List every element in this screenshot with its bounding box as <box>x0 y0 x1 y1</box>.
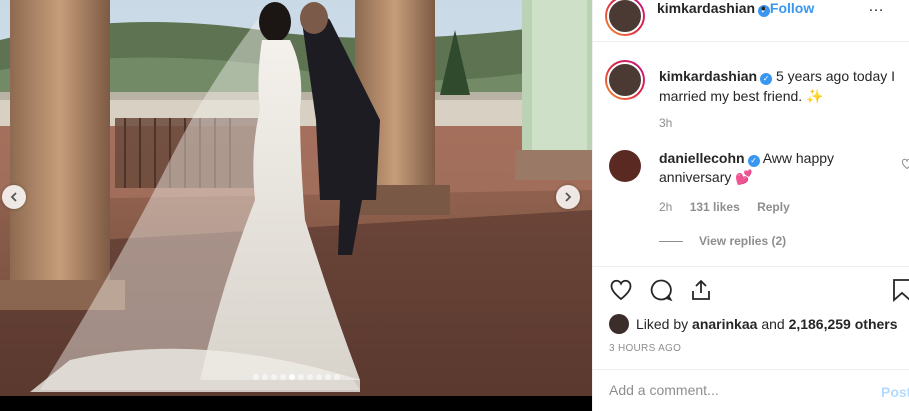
reply-button[interactable]: Reply <box>757 200 790 214</box>
verified-icon: ✓ <box>747 155 760 167</box>
view-replies-label[interactable]: View replies (2) <box>699 234 786 248</box>
likes-summary: Liked by anarinkaa and 2,186,259 others <box>609 314 898 334</box>
post-comment-button[interactable]: Post <box>881 384 909 400</box>
comment-heart-icon[interactable] <box>901 158 909 170</box>
likes-and: and <box>761 316 785 332</box>
post-photo[interactable] <box>0 0 592 396</box>
comment-icon[interactable] <box>649 278 673 302</box>
carousel-dot <box>297 374 304 380</box>
likes-prefix: Liked by <box>636 316 689 332</box>
carousel-dot <box>261 374 268 380</box>
follow-separator: • <box>761 0 766 16</box>
likes-count[interactable]: 2,186,259 others <box>789 316 898 332</box>
post-time-ago[interactable]: 3 HOURS AGO <box>609 343 681 354</box>
liker-avatar[interactable] <box>609 314 629 334</box>
follow-button[interactable]: • Follow <box>761 0 814 16</box>
follow-label[interactable]: Follow <box>770 0 814 16</box>
author-username[interactable]: kimkardashian ✓ <box>657 0 771 17</box>
caption-avatar[interactable] <box>605 60 645 100</box>
add-comment-bar: Post <box>593 369 909 411</box>
carousel-dot <box>306 374 313 380</box>
carousel-prev-button[interactable] <box>2 185 26 209</box>
author-username-text[interactable]: kimkardashian <box>657 0 755 16</box>
replies-divider <box>659 241 683 243</box>
carousel-indicator <box>0 374 592 380</box>
more-options-button[interactable]: … <box>868 0 885 16</box>
carousel-dot <box>252 374 259 380</box>
carousel-dot <box>270 374 277 380</box>
wedding-photo-image <box>0 0 592 396</box>
carousel-dot <box>333 374 340 380</box>
add-comment-input[interactable] <box>609 382 859 398</box>
caption-text: kimkardashian ✓ 5 years ago today I marri… <box>659 66 905 106</box>
share-icon[interactable] <box>689 278 713 302</box>
post-side-panel: kimkardashian ✓ • Follow … kimkardashian ✓ … <box>592 0 909 411</box>
carousel-dot <box>279 374 286 380</box>
comment-username[interactable]: daniellecohn <box>659 150 745 166</box>
carousel-dot <box>315 374 322 380</box>
chevron-right-icon <box>565 192 572 202</box>
action-bar <box>593 266 909 308</box>
comment-timestamp[interactable]: 2h <box>659 200 672 214</box>
caption-timestamp[interactable]: 3h <box>659 116 672 130</box>
view-replies-button[interactable]: View replies (2) <box>659 234 786 248</box>
commenter-avatar[interactable] <box>609 150 641 182</box>
carousel-next-button[interactable] <box>556 185 580 209</box>
post-header: kimkardashian ✓ • Follow … <box>593 0 909 42</box>
comment-meta: 2h 131 likes Reply <box>659 200 804 214</box>
bookmark-icon[interactable] <box>891 278 909 302</box>
author-avatar[interactable] <box>605 0 645 36</box>
carousel-dot <box>324 374 331 380</box>
comment-likes[interactable]: 131 likes <box>690 200 740 214</box>
comment-text: daniellecohn ✓ Aww happy anniversary 💕 <box>659 149 889 187</box>
caption-username[interactable]: kimkardashian <box>659 68 757 84</box>
chevron-left-icon <box>10 192 17 202</box>
verified-icon: ✓ <box>760 73 773 85</box>
photo-bottom-bar <box>0 396 592 411</box>
carousel-dot <box>288 374 295 380</box>
comments-area: kimkardashian ✓ 5 years ago today I marri… <box>593 42 909 266</box>
liker-username[interactable]: anarinkaa <box>692 316 757 332</box>
heart-icon[interactable] <box>609 278 633 302</box>
